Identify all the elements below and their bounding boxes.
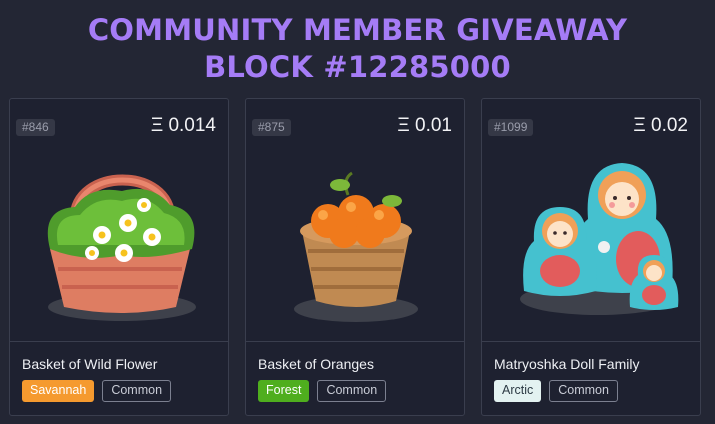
item-name: Matryoshka Doll Family (494, 356, 640, 372)
card-footer: Basket of Wild Flower Savannah Common (10, 341, 228, 415)
biome-badge: Savannah (22, 380, 95, 402)
item-id-tag: #875 (252, 119, 291, 136)
item-card-wild-flower-basket[interactable]: #846 Ξ 0.014 Basket of Wild Flower Savan… (9, 98, 229, 416)
item-price: Ξ 0.01 (397, 115, 452, 136)
item-badges: Savannah Common (22, 380, 172, 402)
orange-basket-icon (294, 171, 418, 322)
biome-badge: Forest (258, 380, 310, 402)
item-card-orange-basket[interactable]: #875 Ξ 0.01 Basket of Oranges Forest Com… (245, 98, 465, 416)
card-media[interactable]: #1099 Ξ 0.02 (482, 99, 700, 341)
giveaway-page: COMMUNITY MEMBER GIVEAWAY BLOCK #1228500… (0, 0, 715, 424)
item-id-tag: #1099 (488, 119, 534, 136)
title-line-block: BLOCK #12285000 (204, 50, 511, 84)
item-price: Ξ 0.014 (150, 115, 216, 136)
item-id-tag: #846 (16, 119, 55, 136)
item-price: Ξ 0.02 (633, 115, 688, 136)
card-footer: Basket of Oranges Forest Common (246, 341, 464, 415)
card-media[interactable]: #846 Ξ 0.014 (10, 99, 228, 341)
biome-badge: Arctic (494, 380, 542, 402)
card-media[interactable]: #875 Ξ 0.01 (246, 99, 464, 341)
item-card-matryoshka-dolls[interactable]: #1099 Ξ 0.02 Matryoshka Doll Family Arct… (481, 98, 701, 416)
matryoshka-dolls-icon (520, 163, 679, 315)
rarity-badge: Common (549, 380, 618, 402)
page-title: COMMUNITY MEMBER GIVEAWAY BLOCK #1228500… (0, 12, 715, 86)
rarity-badge: Common (317, 380, 387, 402)
rarity-badge: Common (102, 380, 172, 402)
item-badges: Arctic Common (494, 380, 618, 402)
item-name: Basket of Oranges (258, 356, 374, 372)
flower-basket-icon (47, 174, 196, 321)
item-badges: Forest Common (258, 380, 387, 402)
card-footer: Matryoshka Doll Family Arctic Common (482, 341, 700, 415)
title-line-giveaway: COMMUNITY MEMBER GIVEAWAY (87, 13, 628, 47)
item-card-grid: #846 Ξ 0.014 Basket of Wild Flower Savan… (0, 98, 715, 418)
item-name: Basket of Wild Flower (22, 356, 158, 372)
